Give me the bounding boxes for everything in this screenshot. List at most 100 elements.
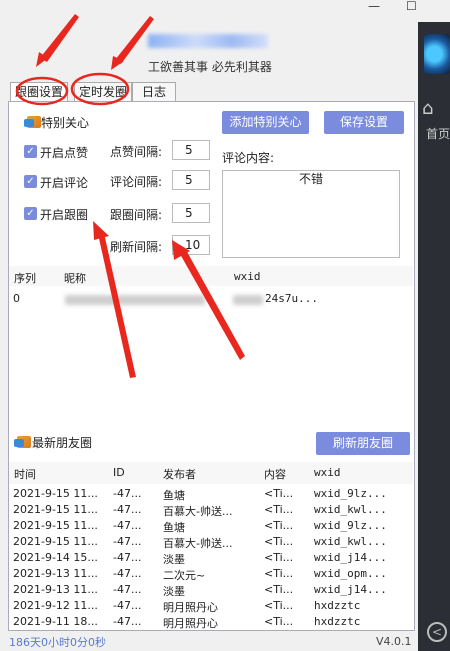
moment-id: -47... — [113, 567, 142, 580]
moment-content: <Ti... — [264, 599, 294, 612]
minimize-button[interactable]: — — [368, 0, 380, 14]
follow-checkbox[interactable]: ✓ — [24, 207, 37, 220]
moments-col-author: 发布者 — [163, 468, 196, 481]
moment-row[interactable]: 2021-9-14 15... -47... 淡墨 <Ti... wxid_j14... — [9, 551, 409, 567]
moment-time: 2021-9-11 18... — [13, 615, 98, 628]
moments-section-title: 最新朋友圈 — [32, 436, 93, 450]
moment-id: -47... — [113, 535, 142, 548]
like-checkbox[interactable]: ✓ — [24, 145, 37, 158]
follow-toggle-label[interactable]: 开启跟圈 — [40, 206, 88, 223]
comment-checkbox[interactable]: ✓ — [24, 175, 37, 188]
annotation-arrowhead-tab2 — [111, 56, 124, 70]
moment-row[interactable]: 2021-9-15 11... -47... 鱼塘 <Ti... wxid_9lz... — [9, 487, 409, 503]
special-row-wxid: 24s7u... — [265, 292, 318, 305]
blurred-wxid-prefix — [233, 295, 263, 305]
moment-wxid: wxid_j14... — [314, 551, 387, 564]
special-row-index: 0 — [13, 292, 20, 305]
moment-wxid: wxid_9lz... — [314, 519, 387, 532]
moment-id: -47... — [113, 583, 142, 596]
moment-row[interactable]: 2021-9-12 11... -47... 明月照丹心 <Ti... hxdzztc — [9, 599, 409, 615]
moment-row[interactable]: 2021-9-15 11... -47... 百慕大-帅送... <Ti... wxid… — [9, 503, 409, 519]
moment-author: 鱼塘 — [163, 521, 185, 534]
moments-section-icon — [14, 436, 31, 448]
moment-content: <Ti... — [264, 551, 294, 564]
moment-row[interactable]: 2021-9-15 11... -47... 鱼塘 <Ti... wxid_9lz... — [9, 519, 409, 535]
moment-wxid: wxid_opm... — [314, 567, 387, 580]
version-label: V4.0.1 — [376, 635, 412, 648]
moment-time: 2021-9-15 11... — [13, 503, 98, 516]
comment-interval-label: 评论间隔: — [110, 175, 163, 189]
special-section-title: 特别关心 — [41, 116, 90, 130]
right-sidebar: ⌂ 首页 < — [418, 22, 450, 651]
app-logo-icon — [424, 34, 450, 74]
maximize-button[interactable]: ☐ — [406, 0, 417, 14]
moment-wxid: hxdzztc — [314, 615, 361, 628]
moment-wxid: wxid_kwl... — [314, 535, 387, 548]
like-toggle-label[interactable]: 开启点赞 — [40, 144, 88, 161]
add-special-button[interactable]: 添加特别关心 — [222, 111, 309, 134]
moment-author: 二次元~ — [163, 569, 206, 582]
moment-time: 2021-9-13 11... — [13, 583, 98, 596]
moment-id: -47... — [113, 615, 142, 628]
moment-content: <Ti... — [264, 615, 294, 628]
moment-time: 2021-9-14 15... — [13, 551, 98, 564]
comment-content-box[interactable]: 不错 — [222, 170, 400, 258]
moment-author: 淡墨 — [163, 585, 185, 598]
like-interval-label: 点赞间隔: — [110, 145, 163, 159]
moment-content: <Ti... — [264, 503, 294, 516]
special-section-icon — [24, 116, 41, 128]
moment-author: 百慕大-帅送... — [163, 505, 233, 518]
moment-wxid: wxid_9lz... — [314, 487, 387, 500]
moment-id: -47... — [113, 551, 142, 564]
refresh-interval-label: 刷新间隔: — [110, 240, 163, 254]
moment-time: 2021-9-15 11... — [13, 535, 98, 548]
tab-log[interactable]: 日志 — [132, 82, 176, 102]
moments-table-header — [9, 462, 413, 484]
moment-author: 百慕大-帅送... — [163, 537, 233, 550]
moment-row[interactable]: 2021-9-13 11... -47... 淡墨 <Ti... wxid_j14... — [9, 583, 409, 599]
app-title-blurred — [148, 34, 268, 48]
home-label[interactable]: 首页 — [426, 125, 450, 142]
comment-content-text: 不错 — [298, 172, 323, 186]
special-col-wxid: wxid — [234, 270, 261, 283]
moment-row[interactable]: 2021-9-15 11... -47... 百慕大-帅送... <Ti... wxid… — [9, 535, 409, 551]
home-icon[interactable]: ⌂ — [422, 98, 433, 119]
moment-content: <Ti... — [264, 519, 294, 532]
app-window: — ☐ 工欲善其事 必先利其器 ⌂ 首页 < 跟圈设置 定时发圈 日志 特别关心… — [0, 0, 450, 651]
moment-author: 明月照丹心 — [163, 601, 218, 614]
moment-id: -47... — [113, 487, 142, 500]
moment-author: 明月照丹心 — [163, 617, 218, 630]
moment-wxid: hxdzztc — [314, 599, 361, 612]
like-interval-input[interactable]: 5 — [172, 140, 210, 160]
moments-col-content: 内容 — [264, 468, 286, 481]
moment-row[interactable]: 2021-9-11 18... -47... 明月照丹心 <Ti... hxdzztc — [9, 615, 409, 631]
tab-scheduled-post[interactable]: 定时发圈 — [74, 82, 132, 102]
refresh-moments-button[interactable]: 刷新朋友圈 — [316, 432, 410, 455]
app-subtitle: 工欲善其事 必先利其器 — [148, 60, 272, 74]
tab-follow-settings[interactable]: 跟圈设置 — [10, 82, 68, 103]
moment-wxid: wxid_kwl... — [314, 503, 387, 516]
comment-content-label: 评论内容: — [222, 151, 275, 165]
special-col-index: 序列 — [14, 272, 36, 285]
annotation-arrow-tab1 — [40, 14, 79, 62]
moment-content: <Ti... — [264, 583, 294, 596]
moment-id: -47... — [113, 599, 142, 612]
moments-col-wxid: wxid — [314, 466, 341, 479]
follow-interval-label: 跟圈间隔: — [110, 208, 163, 222]
save-settings-button[interactable]: 保存设置 — [324, 111, 404, 134]
moment-id: -47... — [113, 503, 142, 516]
refresh-interval-input[interactable]: 10 — [172, 235, 210, 255]
blurred-nickname — [65, 295, 205, 305]
special-table-row[interactable]: 0 24s7u... — [9, 292, 409, 308]
moment-content: <Ti... — [264, 487, 294, 500]
moment-author: 鱼塘 — [163, 489, 185, 502]
follow-interval-input[interactable]: 5 — [172, 203, 210, 223]
comment-interval-input[interactable]: 5 — [172, 170, 210, 190]
special-col-nickname: 昵称 — [64, 272, 86, 285]
moments-col-time: 时间 — [14, 468, 36, 481]
moment-time: 2021-9-15 11... — [13, 519, 98, 532]
comment-toggle-label[interactable]: 开启评论 — [40, 174, 88, 191]
moment-wxid: wxid_j14... — [314, 583, 387, 596]
back-icon[interactable]: < — [427, 622, 447, 642]
moment-row[interactable]: 2021-9-13 11... -47... 二次元~ <Ti... wxid_opm.… — [9, 567, 409, 583]
